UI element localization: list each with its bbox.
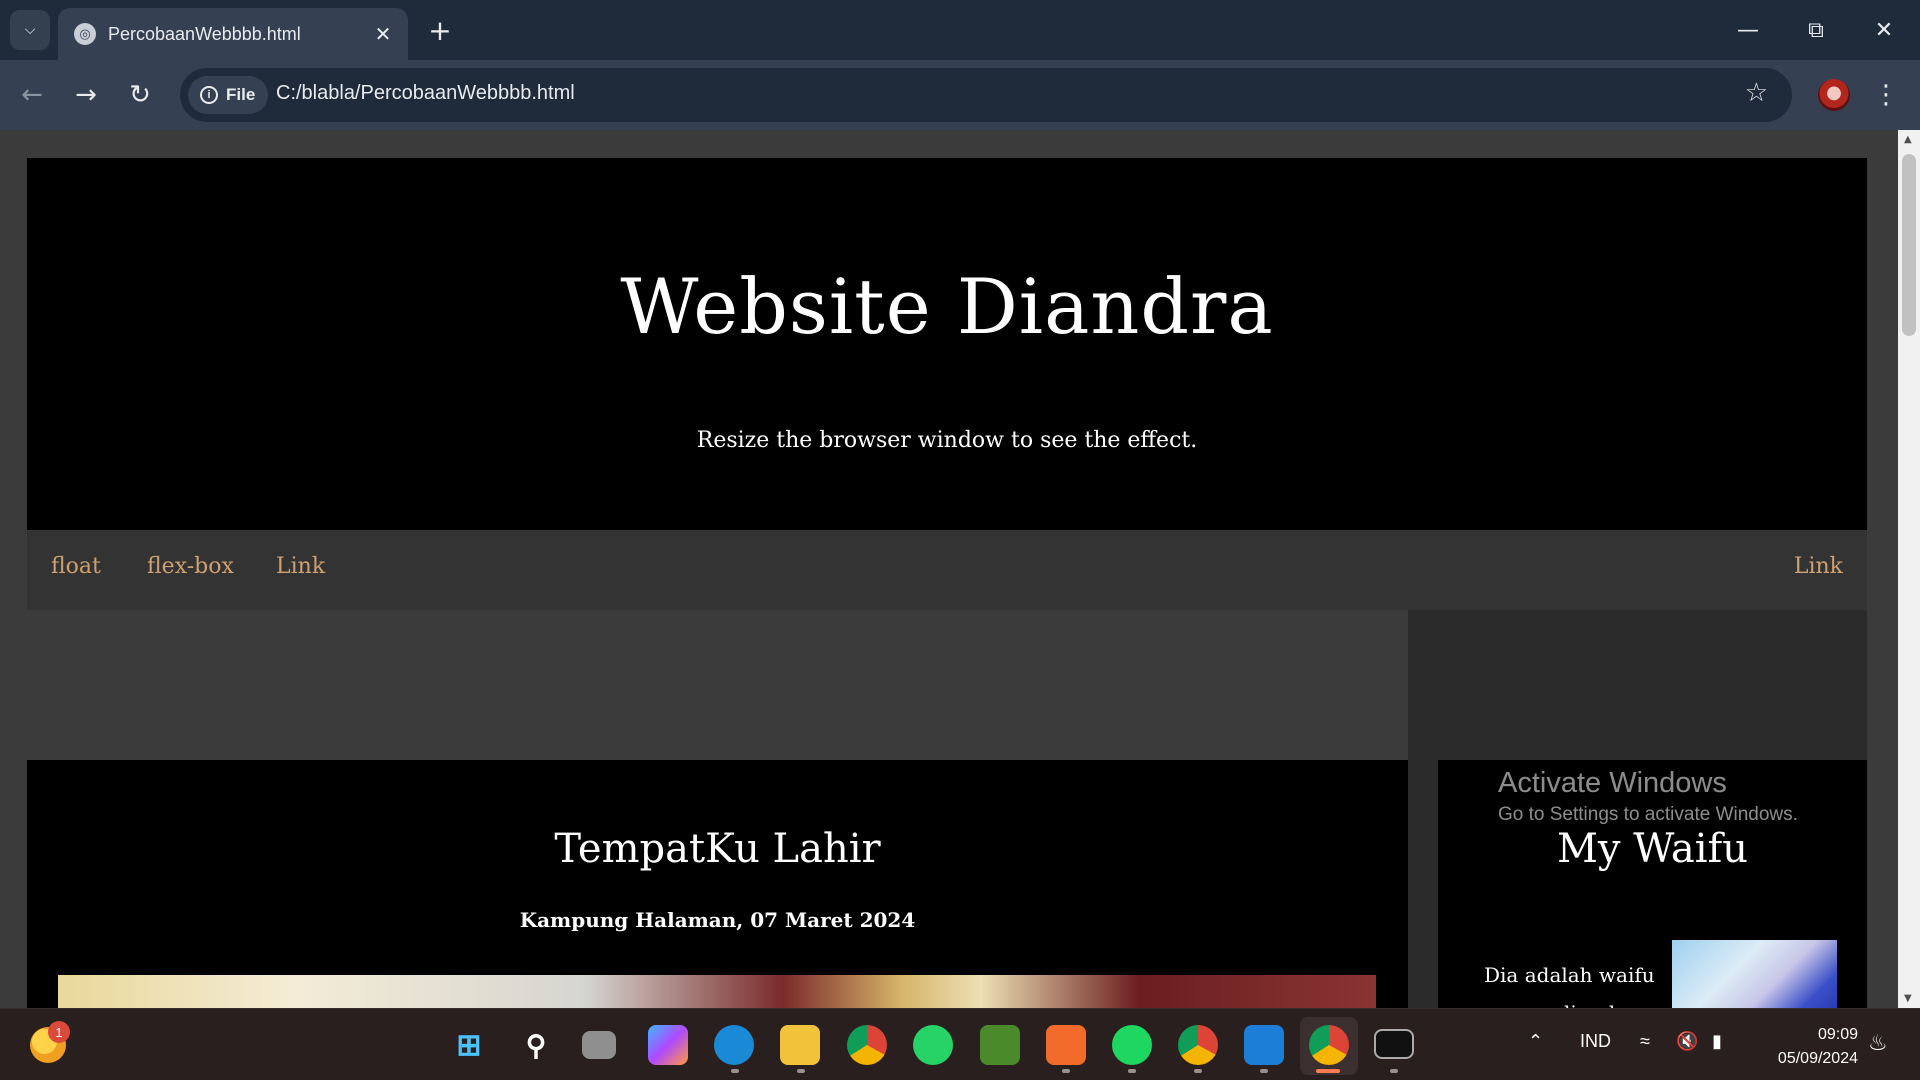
forward-button[interactable]: →: [68, 77, 104, 113]
language-indicator[interactable]: IND: [1580, 1031, 1611, 1052]
card-title: TempatKu Lahir: [554, 826, 881, 872]
start-icon[interactable]: ⊞: [449, 1025, 489, 1065]
battery-icon[interactable]: ▮: [1712, 1031, 1722, 1052]
taskbar: 1 ⊞ ⚲ ⌃ IND ≈ 🔇 ▮ 09:09 05/09/2024 ♨: [0, 1008, 1920, 1080]
notification-badge: 1: [48, 1021, 70, 1043]
nav-link-link-right[interactable]: Link: [1794, 554, 1843, 579]
minecraft-launcher-icon[interactable]: [980, 1025, 1020, 1065]
xampp-icon[interactable]: [1046, 1025, 1086, 1065]
active-indicator: [1316, 1069, 1340, 1073]
globe-icon: ◎: [74, 23, 96, 45]
activate-windows-watermark: Activate Windows Go to Settings to activ…: [1498, 767, 1798, 826]
chevron-up-icon[interactable]: ⌃: [1528, 1031, 1543, 1052]
edge-icon[interactable]: [714, 1025, 754, 1065]
card-title: My Waifu: [1556, 826, 1749, 872]
terminal-icon[interactable]: [1374, 1029, 1414, 1059]
site-info-chip[interactable]: i File: [188, 76, 268, 114]
task-view-icon[interactable]: [582, 1031, 616, 1059]
watermark-line2: Go to Settings to activate Windows.: [1498, 804, 1798, 825]
restore-button[interactable]: ⧉: [1788, 8, 1844, 52]
whatsapp-icon[interactable]: [913, 1025, 953, 1065]
scroll-thumb[interactable]: [1902, 154, 1916, 336]
chrome-profile-icon[interactable]: [1178, 1025, 1218, 1065]
scroll-up-arrow-icon[interactable]: ▲: [1904, 134, 1912, 145]
running-indicator: [1062, 1069, 1070, 1073]
tab-title: PercobaanWebbbb.html: [108, 23, 301, 44]
menu-dots-icon[interactable]: ⋮: [1873, 77, 1899, 113]
site-chip-label: File: [226, 85, 256, 104]
running-indicator: [1390, 1069, 1398, 1073]
nav-link-float[interactable]: float: [51, 554, 101, 579]
nav-link-link[interactable]: Link: [276, 554, 325, 579]
running-indicator: [1128, 1069, 1136, 1073]
file-explorer-icon[interactable]: [780, 1025, 820, 1065]
tab-active[interactable]: ◎ PercobaanWebbbb.html ✕: [58, 8, 408, 60]
bookmark-star-icon[interactable]: ☆: [1745, 78, 1768, 108]
site-navbar: float flex-box Link Link: [27, 530, 1867, 610]
page-viewport: Website Diandra Resize the browser windo…: [0, 130, 1898, 1008]
reload-button[interactable]: ↻: [122, 77, 158, 113]
profile-avatar[interactable]: [1818, 79, 1850, 111]
tab-search-button[interactable]: ⌵: [10, 10, 50, 50]
card-birthplace: TempatKu Lahir Kampung Halaman, 07 Maret…: [27, 760, 1408, 1008]
watermark-line1: Activate Windows: [1498, 767, 1727, 799]
card-image: [58, 975, 1376, 1008]
window-close-button[interactable]: ✕: [1856, 8, 1912, 52]
close-icon[interactable]: ✕: [368, 22, 398, 46]
card-subtitle: Kampung Halaman, 07 Maret 2024: [519, 908, 916, 932]
card-text: Dia adalah waifu yang paling ku: [1484, 963, 1655, 1008]
scroll-down-arrow-icon[interactable]: ▼: [1904, 993, 1912, 1004]
info-icon: i: [200, 86, 218, 104]
clock-time: 09:09: [1817, 1026, 1858, 1043]
nav-link-flex-box[interactable]: flex-box: [147, 554, 234, 579]
tab-strip: ⌵ ◎ PercobaanWebbbb.html ✕ + — ⧉ ✕: [0, 0, 1920, 60]
notification-bell-icon[interactable]: ♨: [1868, 1031, 1888, 1056]
clock[interactable]: 09:09 05/09/2024: [1758, 1023, 1858, 1071]
vertical-scrollbar[interactable]: ▲ ▼: [1898, 130, 1920, 1008]
minimize-button[interactable]: —: [1720, 8, 1776, 52]
url-text[interactable]: C:/blabla/PercobaanWebbbb.html: [276, 82, 575, 105]
search-icon[interactable]: ⚲: [516, 1025, 556, 1065]
copilot-icon[interactable]: [648, 1025, 688, 1065]
site-header: Website Diandra Resize the browser windo…: [27, 158, 1867, 530]
new-tab-button[interactable]: +: [422, 12, 458, 48]
chrome-active-icon[interactable]: [1309, 1025, 1349, 1065]
page-subtitle: Resize the browser window to see the eff…: [696, 428, 1198, 453]
chevron-down-icon: ⌵: [24, 22, 36, 38]
waifu-image: [1672, 940, 1837, 1008]
running-indicator: [1260, 1069, 1268, 1073]
wifi-icon[interactable]: ≈: [1640, 1031, 1650, 1052]
back-button[interactable]: ←: [14, 77, 50, 113]
running-indicator: [731, 1069, 739, 1073]
browser-toolbar: ← → ↻ i File C:/blabla/PercobaanWebbbb.h…: [0, 60, 1920, 130]
chrome-icon[interactable]: [847, 1025, 887, 1065]
clock-date: 05/09/2024: [1777, 1050, 1858, 1067]
volume-muted-icon[interactable]: 🔇: [1676, 1031, 1698, 1052]
running-indicator: [797, 1069, 805, 1073]
spotify-icon[interactable]: [1112, 1025, 1152, 1065]
vscode-icon[interactable]: [1244, 1025, 1284, 1065]
running-indicator: [1194, 1069, 1202, 1073]
address-bar[interactable]: i File C:/blabla/PercobaanWebbbb.html ☆: [180, 68, 1792, 122]
page-title: Website Diandra: [620, 262, 1274, 351]
